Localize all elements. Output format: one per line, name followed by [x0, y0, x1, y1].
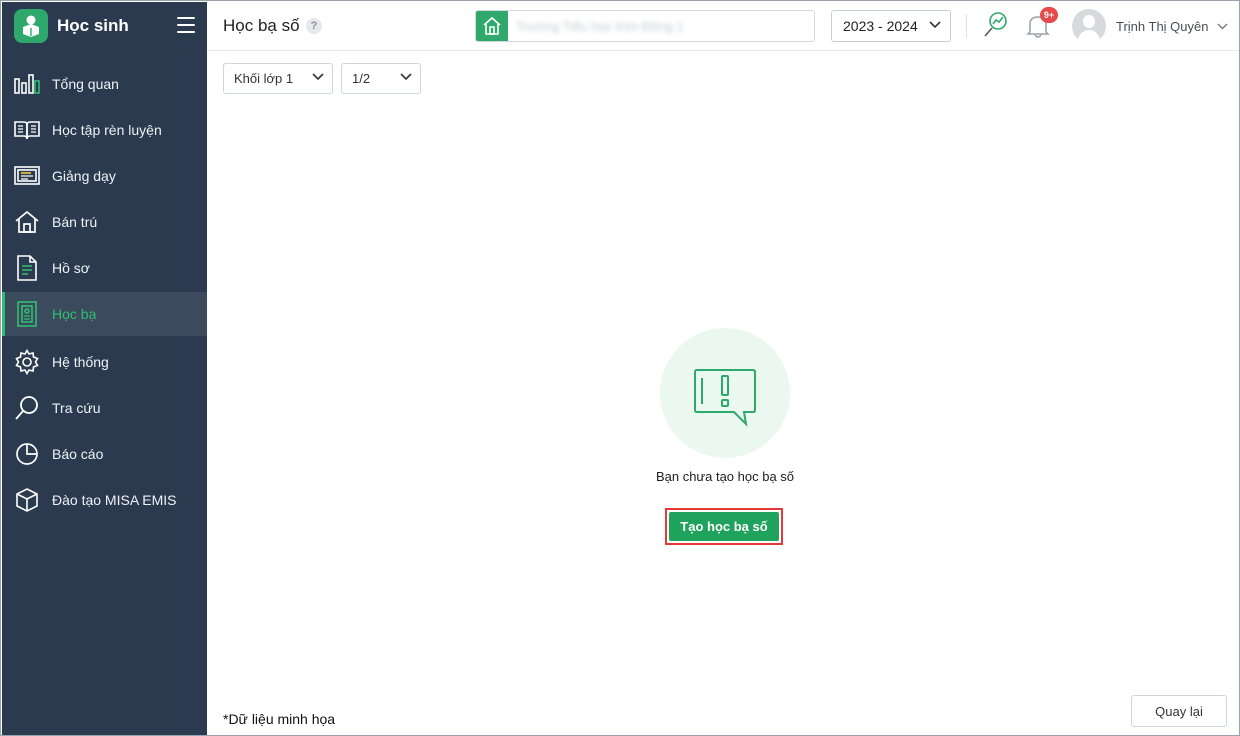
- cube-icon: [13, 486, 41, 514]
- sidebar-item-label: Học bạ: [52, 306, 97, 322]
- menu-toggle-icon[interactable]: [177, 17, 195, 33]
- header-divider: [966, 14, 967, 38]
- sidebar-item-label: Hệ thống: [52, 354, 109, 370]
- empty-state-message: Bạn chưa tạo học bạ số: [655, 469, 795, 484]
- class-select[interactable]: 1/2: [341, 63, 421, 94]
- sidebar-item-ban-tru[interactable]: Bán trú: [2, 199, 207, 245]
- illustrative-data-note: *Dữ liệu minh họa: [223, 711, 336, 727]
- school-input[interactable]: [508, 11, 814, 41]
- notification-badge: 9+: [1040, 7, 1058, 23]
- sidebar-item-tra-cuu[interactable]: Tra cứu: [2, 385, 207, 431]
- sidebar-item-hoc-ba[interactable]: Học bạ: [2, 292, 207, 336]
- open-book-icon: [13, 116, 41, 144]
- sidebar-item-tong-quan[interactable]: Tổng quan: [2, 61, 207, 107]
- chevron-down-icon: [929, 21, 941, 29]
- page-title: Học bạ số: [223, 16, 300, 35]
- magnifier-icon: [13, 394, 41, 422]
- brand-title: Học sinh: [57, 16, 129, 35]
- chevron-down-icon: [312, 73, 324, 81]
- sidebar-item-bao-cao[interactable]: Báo cáo: [2, 431, 207, 477]
- school-home-icon: [476, 11, 508, 41]
- sidebar-nav: Tổng quan Học tập rèn luyện Giảng dạy Bá…: [2, 61, 207, 523]
- gear-icon: [13, 348, 41, 376]
- sidebar-item-label: Hồ sơ: [52, 260, 90, 276]
- sidebar-item-dao-tao[interactable]: Đào tạo MISA EMIS: [2, 477, 207, 523]
- sidebar-item-hoc-tap-ren-luyen[interactable]: Học tập rèn luyện: [2, 107, 207, 153]
- sidebar-item-label: Báo cáo: [52, 446, 104, 462]
- empty-state-illustration: [660, 328, 790, 458]
- avatar: [1072, 9, 1106, 43]
- help-icon[interactable]: ?: [306, 18, 322, 34]
- sidebar-item-label: Tra cứu: [52, 400, 101, 416]
- school-year-select[interactable]: 2023 - 2024: [831, 10, 951, 42]
- school-selector[interactable]: [475, 10, 815, 42]
- bar-chart-icon: [13, 70, 41, 98]
- top-header: Học bạ số ? 2023 - 2024 9+ Trịnh Thị Quy…: [207, 2, 1239, 51]
- speech-bubble-exclamation-icon: [694, 369, 756, 427]
- chevron-down-icon: [400, 73, 412, 81]
- sidebar-item-label: Học tập rèn luyện: [52, 122, 162, 138]
- document-icon: [13, 254, 41, 282]
- sidebar-item-giang-day[interactable]: Giảng dạy: [2, 153, 207, 199]
- sidebar-item-label: Đào tạo MISA EMIS: [52, 492, 177, 508]
- chevron-down-icon: [1217, 23, 1227, 29]
- student-logo-icon: [14, 9, 48, 43]
- user-name: Trịnh Thị Quyên: [1116, 18, 1209, 34]
- sidebar-item-label: Giảng dạy: [52, 168, 116, 184]
- board-icon: [13, 162, 41, 190]
- school-year-value: 2023 - 2024: [843, 18, 918, 34]
- analytics-search-icon[interactable]: [982, 11, 1008, 39]
- back-button[interactable]: Quay lại: [1131, 695, 1227, 727]
- sidebar: Học sinh Tổng quan Học tập rèn luyện Giả…: [2, 2, 207, 735]
- class-value: 1/2: [352, 71, 371, 86]
- create-digital-record-button[interactable]: Tạo học bạ số: [669, 512, 779, 541]
- grade-value: Khối lớp 1: [234, 71, 294, 86]
- user-menu[interactable]: Trịnh Thị Quyên: [1072, 9, 1228, 43]
- house-icon: [13, 208, 41, 236]
- sidebar-item-label: Bán trú: [52, 214, 98, 230]
- sidebar-item-label: Tổng quan: [52, 76, 119, 92]
- record-book-icon: [13, 300, 41, 328]
- app-window: Học sinh Tổng quan Học tập rèn luyện Giả…: [0, 0, 1240, 736]
- grade-select[interactable]: Khối lớp 1: [223, 63, 333, 94]
- sidebar-item-ho-so[interactable]: Hồ sơ: [2, 245, 207, 291]
- sidebar-item-he-thong[interactable]: Hệ thống: [2, 339, 207, 385]
- pie-chart-icon: [13, 440, 41, 468]
